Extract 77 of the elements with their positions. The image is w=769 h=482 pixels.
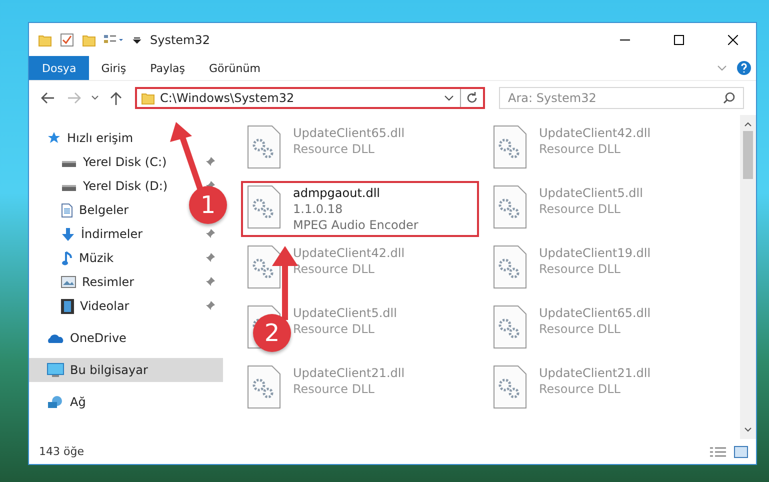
properties-icon[interactable] bbox=[60, 32, 74, 46]
pin-icon bbox=[205, 277, 215, 287]
search-field[interactable]: Ara: System32 bbox=[499, 87, 744, 109]
dll-file-icon bbox=[247, 365, 281, 409]
scrollbar[interactable] bbox=[740, 115, 756, 439]
search-icon bbox=[723, 92, 735, 104]
file-detail: 1.1.0.18 bbox=[293, 201, 344, 217]
chevron-down-icon[interactable] bbox=[717, 65, 727, 71]
nav-item[interactable]: Ağ bbox=[47, 392, 86, 412]
file-detail: Resource DLL bbox=[539, 141, 622, 157]
file-detail: MPEG Audio Encoder bbox=[293, 217, 418, 233]
arrow-right-icon bbox=[67, 92, 81, 104]
ribbon-tab[interactable]: Görünüm bbox=[197, 56, 272, 80]
pin-icon bbox=[205, 253, 215, 263]
pin-icon bbox=[205, 301, 215, 311]
folder-icon bbox=[38, 32, 52, 46]
dll-file-icon bbox=[493, 305, 527, 349]
file-detail: Resource DLL bbox=[293, 261, 376, 277]
address-path: C:\Windows\System32 bbox=[160, 91, 296, 105]
download-icon bbox=[61, 226, 75, 242]
nav-item[interactable]: Müzik bbox=[61, 248, 114, 268]
network-icon bbox=[47, 394, 64, 410]
nav-item[interactable]: Videolar bbox=[61, 296, 130, 316]
help-icon[interactable] bbox=[737, 61, 751, 75]
arrow-left-icon bbox=[41, 92, 55, 104]
new-folder-icon bbox=[82, 32, 96, 46]
folder-icon bbox=[141, 91, 155, 105]
nav-item[interactable]: Hızlı erişim bbox=[47, 128, 134, 148]
dll-file-icon bbox=[247, 125, 281, 169]
file-name: admpgaout.dll bbox=[293, 185, 381, 201]
large-icons-view-icon[interactable] bbox=[734, 446, 748, 458]
dropdown-caret-icon[interactable] bbox=[444, 95, 454, 101]
file-detail: Resource DLL bbox=[293, 381, 376, 397]
window-title: System32 bbox=[150, 32, 212, 46]
file-detail: Resource DLL bbox=[539, 261, 622, 277]
caret-icon bbox=[91, 95, 99, 101]
dll-file-icon bbox=[493, 185, 527, 229]
dll-file-icon bbox=[493, 365, 527, 409]
refresh-icon[interactable] bbox=[466, 92, 478, 104]
nav-item[interactable]: İndirmeler bbox=[61, 224, 143, 244]
pin-icon bbox=[205, 157, 215, 167]
nav-item[interactable]: Yerel Disk (C:) bbox=[61, 152, 167, 172]
star-icon bbox=[47, 131, 61, 145]
dll-file-icon bbox=[247, 245, 281, 289]
cloud-icon bbox=[47, 332, 64, 344]
ribbon-tab[interactable]: Paylaş bbox=[138, 56, 197, 80]
highlighted-file[interactable]: admpgaout.dll 1.1.0.18 MPEG Audio Encoder bbox=[241, 181, 479, 237]
dll-file-icon bbox=[247, 185, 281, 229]
document-icon bbox=[61, 202, 73, 218]
file-detail: Resource DLL bbox=[293, 321, 376, 337]
view-options-icon[interactable] bbox=[104, 34, 124, 46]
nav-item[interactable]: Resimler bbox=[61, 272, 134, 292]
item-count: 143 öğe bbox=[39, 445, 85, 458]
scrollbar-thumb[interactable] bbox=[743, 131, 753, 179]
file-detail: Resource DLL bbox=[293, 141, 376, 157]
nav-item[interactable]: Yerel Disk (D:) bbox=[61, 176, 168, 196]
ribbon-tab[interactable]: Giriş bbox=[89, 56, 138, 80]
nav-item[interactable]: Bu bilgisayar bbox=[47, 360, 148, 380]
customize-caret-icon[interactable] bbox=[132, 34, 142, 44]
file-detail: Resource DLL bbox=[539, 321, 622, 337]
nav-item[interactable]: Belgeler bbox=[61, 200, 129, 220]
nav-item[interactable]: OneDrive bbox=[47, 328, 126, 348]
file-detail: Resource DLL bbox=[539, 381, 622, 397]
details-view-icon[interactable] bbox=[710, 446, 726, 458]
close-icon bbox=[728, 34, 738, 44]
music-note-icon bbox=[61, 250, 73, 266]
pin-icon bbox=[205, 229, 215, 239]
dll-file-icon bbox=[493, 245, 527, 289]
film-icon bbox=[61, 298, 74, 314]
address-bar[interactable]: C:\Windows\System32 bbox=[135, 87, 485, 109]
maximize-icon bbox=[674, 34, 684, 44]
picture-icon bbox=[61, 276, 76, 288]
dll-file-icon bbox=[493, 125, 527, 169]
file-menu-button[interactable]: Dosya bbox=[29, 56, 90, 80]
arrow-up-icon bbox=[110, 91, 122, 105]
file-detail: Resource DLL bbox=[539, 201, 622, 217]
monitor-icon bbox=[47, 362, 64, 378]
